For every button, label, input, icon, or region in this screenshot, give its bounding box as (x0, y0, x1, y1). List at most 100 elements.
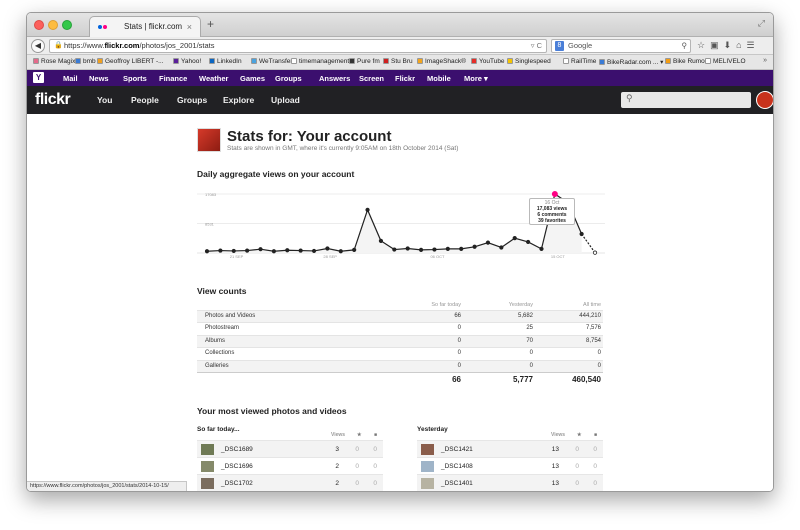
photo-name[interactable]: _DSC1689 (221, 446, 253, 453)
cell-label[interactable]: Galleries (205, 363, 229, 369)
bookmark-item[interactable]: Singlespeed (507, 58, 551, 65)
flickr-nav-you[interactable]: You (97, 95, 112, 105)
yahoo-nav-item[interactable]: More ▾ (464, 74, 488, 83)
favorites-star-icon[interactable]: ★ (357, 432, 361, 438)
yahoo-nav-item[interactable]: Games (240, 74, 265, 83)
flickr-nav-upload[interactable]: Upload (271, 95, 300, 105)
yahoo-nav-item[interactable]: Mail (63, 74, 78, 83)
flickr-nav-explore[interactable]: Explore (223, 95, 254, 105)
list-item[interactable]: _DSC1689 3 0 0 (197, 440, 383, 457)
header-yesterday: Yesterday (508, 302, 533, 308)
yahoo-nav-item[interactable]: Sports (123, 74, 147, 83)
user-avatar-icon[interactable] (756, 91, 773, 109)
yahoo-nav-item[interactable]: News (89, 74, 109, 83)
views-chart: 17083 8531 21 SEP 28 SEP 06 OCT 15 OCT 16 Oct… (197, 178, 605, 260)
photo-thumbnail[interactable] (201, 478, 214, 489)
views-column-label[interactable]: Views (331, 432, 345, 438)
data-point (472, 244, 477, 249)
flickr-nav-groups[interactable]: Groups (177, 95, 207, 105)
tab-stats[interactable]: Stats | flickr.com × (89, 16, 201, 37)
search-bar[interactable]: 8 Google ⚲ (551, 39, 691, 53)
list-item[interactable]: _DSC1702 2 0 0 (197, 474, 383, 491)
list-item[interactable]: _DSC1696 2 0 0 (197, 457, 383, 474)
yahoo-nav-item[interactable]: Weather (199, 74, 228, 83)
bookmark-icon (349, 58, 355, 64)
photo-thumbnail[interactable] (421, 461, 434, 472)
list-item[interactable]: _DSC1421 13 0 0 (417, 440, 603, 457)
photo-name[interactable]: _DSC1401 (441, 480, 473, 487)
toolbar-icons[interactable]: ☆▣⬇⌂☰ (697, 40, 760, 51)
photo-views: 3 (335, 446, 339, 453)
views-column-label[interactable]: Views (551, 432, 565, 438)
search-placeholder: Google (568, 41, 593, 50)
bookmark-item[interactable]: ImageShack® (417, 58, 466, 65)
minimize-window-button[interactable] (48, 20, 58, 30)
bookmark-label: Pure fm (357, 58, 380, 65)
fullscreen-icon[interactable]: ⤢ (758, 18, 765, 29)
comments-icon[interactable]: ■ (594, 432, 597, 438)
photo-comments: 0 (373, 480, 377, 487)
bookmark-item[interactable]: LinkedIn (209, 58, 242, 65)
photo-thumbnail[interactable] (421, 478, 434, 489)
cell-label[interactable]: Collections (205, 350, 234, 356)
url-bar[interactable]: 🔒 https://www.flickr.com/photos/jos_2001… (49, 39, 547, 53)
flickr-search-input[interactable]: ⚲ (621, 92, 751, 108)
bookmarks-overflow-icon[interactable]: » (763, 57, 767, 64)
bookmark-item[interactable]: Bike Rumor (665, 58, 707, 65)
search-icon[interactable]: ⚲ (682, 40, 688, 52)
bookmark-item[interactable]: Yahoo! (173, 58, 201, 65)
status-bar-url: https://www.flickr.com/photos/jos_2001/s… (27, 481, 187, 491)
google-engine-icon[interactable]: 8 (555, 41, 564, 51)
back-button[interactable]: ◀ (31, 39, 45, 53)
bookmark-item[interactable]: YouTube (471, 58, 505, 65)
photo-thumbnail[interactable] (201, 444, 214, 455)
photo-name[interactable]: _DSC1408 (441, 463, 473, 470)
photo-name[interactable]: _DSC1702 (221, 480, 253, 487)
photo-thumbnail[interactable] (201, 461, 214, 472)
bookmark-item[interactable]: Stu Bru (383, 58, 413, 65)
tab-close-icon[interactable]: × (187, 17, 192, 37)
list-item[interactable]: _DSC1408 13 0 0 (417, 457, 603, 474)
bookmark-icon (75, 58, 81, 64)
yahoo-nav-item[interactable]: Groups (275, 74, 302, 83)
yahoo-nav-item[interactable]: Mobile (427, 74, 451, 83)
view-counts-heading: View counts (197, 286, 247, 296)
photo-name[interactable]: _DSC1421 (441, 446, 473, 453)
bookmark-item[interactable]: Rose Magix (33, 58, 75, 65)
bookmark-item[interactable]: bmb (75, 58, 96, 65)
cell-label[interactable]: Photostream (205, 325, 239, 331)
bookmark-item[interactable]: MELIVELO (705, 58, 746, 65)
photo-name[interactable]: _DSC1696 (221, 463, 253, 470)
yahoo-nav-item[interactable]: Screen (359, 74, 384, 83)
table-row: Galleries 0 0 0 (197, 359, 603, 372)
list-item[interactable]: _DSC1401 13 0 0 (417, 474, 603, 491)
bookmark-item[interactable]: WeTransfer (251, 58, 293, 65)
favorites-star-icon[interactable]: ★ (577, 432, 581, 438)
yahoo-nav-item[interactable]: Answers (319, 74, 350, 83)
photo-thumbnail[interactable] (421, 444, 434, 455)
flickr-nav-people[interactable]: People (131, 95, 159, 105)
reload-icon[interactable]: ▿ C (531, 40, 542, 52)
yahoo-logo-icon[interactable]: Y (33, 72, 44, 83)
flickr-logo[interactable]: flickr (35, 91, 71, 109)
cell-label[interactable]: Albums (205, 338, 225, 344)
account-avatar[interactable] (197, 128, 221, 152)
bookmark-item[interactable]: Geoffroy LIBERT -... (97, 58, 164, 65)
yahoo-nav-item[interactable]: Flickr (395, 74, 415, 83)
yahoo-nav-item[interactable]: Finance (159, 74, 187, 83)
bookmarks-bar: Rose Magix bmb Geoffroy LIBERT -... Yahoo! L… (27, 55, 773, 70)
comments-icon[interactable]: ■ (374, 432, 377, 438)
cell-label[interactable]: Photos and Videos (205, 313, 255, 319)
tab-title: Stats | flickr.com (124, 22, 183, 31)
page-title: Stats for: Your account (227, 128, 392, 145)
bookmark-item[interactable]: timemanagement (291, 58, 349, 65)
zoom-window-button[interactable] (62, 20, 72, 30)
close-window-button[interactable] (34, 20, 44, 30)
flickr-header: flickr ⚲ You People Groups Explore Upload (27, 86, 773, 114)
bookmark-item[interactable]: Pure fm (349, 58, 380, 65)
new-tab-button[interactable]: + (207, 17, 214, 31)
bookmark-item[interactable]: RailTime (563, 58, 596, 65)
bookmark-item[interactable]: BikeRadar.com ... ▾ (599, 58, 663, 66)
data-point (499, 245, 504, 250)
stats-page: Stats for: Your account Stats are shown … (27, 114, 773, 491)
